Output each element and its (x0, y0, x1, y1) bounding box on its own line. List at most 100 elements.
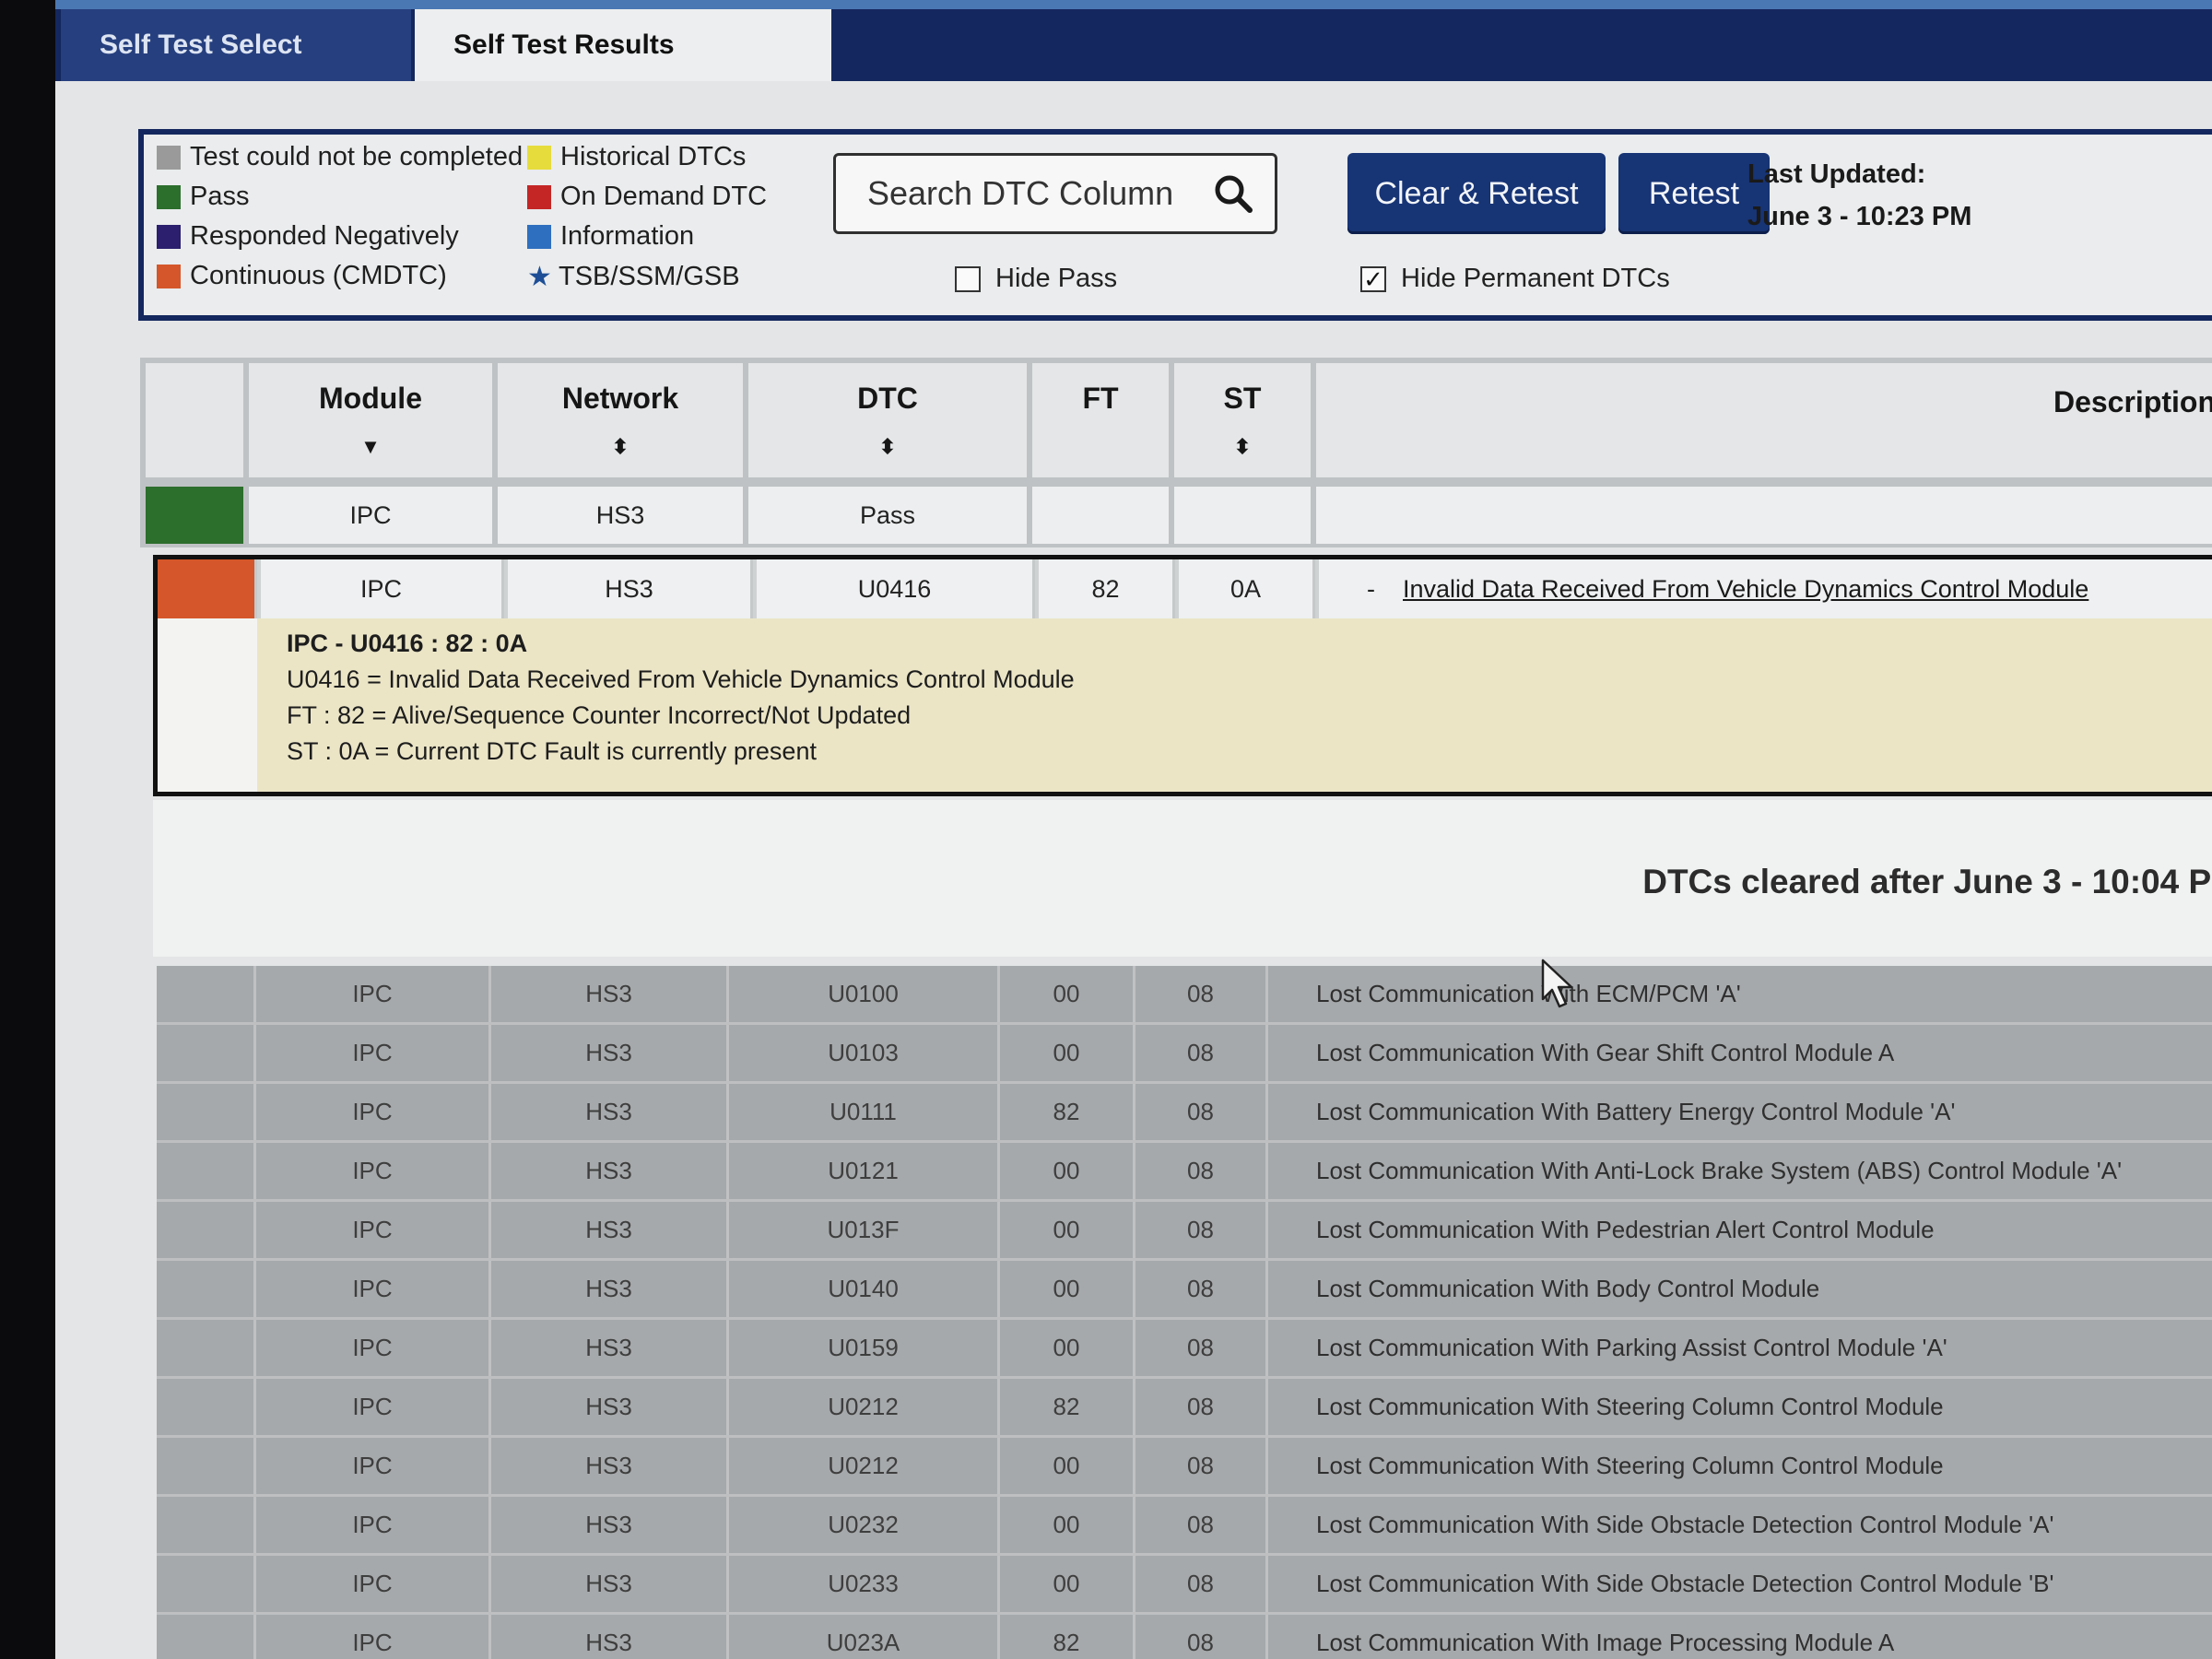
dtcs-cleared-label: DTCs cleared after June 3 - 10:04 PM (1642, 863, 2212, 900)
cell-network: HS3 (491, 1556, 729, 1612)
sort-icon[interactable]: ⬍ (1174, 435, 1311, 459)
cell-module: IPC (249, 487, 492, 544)
status-swatch-pass (146, 487, 243, 544)
cell-dtc: U0212 (729, 1438, 1000, 1494)
cell-ft (1032, 487, 1169, 544)
table-row[interactable]: IPC HS3 U013F 00 08 Lost Communication With P… (157, 1202, 2212, 1261)
detail-gutter (158, 618, 257, 792)
detail-title: IPC - U0416 : 82 : 0A (287, 629, 528, 657)
cell-network: HS3 (491, 1615, 729, 1659)
detail-ft-line: FT : 82 = Alive/Sequence Counter Incorre… (287, 701, 912, 729)
star-icon: ★ (527, 262, 552, 292)
cell-network: HS3 (491, 1497, 729, 1553)
cell-dtc: U0212 (729, 1379, 1000, 1435)
header-network[interactable]: Network ⬍ (498, 363, 743, 477)
cell-ft: 00 (1000, 1202, 1135, 1258)
header-st[interactable]: ST ⬍ (1174, 363, 1311, 477)
cell-ft: 00 (1000, 1497, 1135, 1553)
cell-st (1174, 487, 1311, 544)
hide-permanent-filter[interactable]: ✓ Hide Permanent DTCs (1360, 264, 1670, 294)
cell-st: 08 (1135, 1556, 1268, 1612)
clear-retest-button[interactable]: Clear & Retest (1347, 153, 1606, 234)
hide-permanent-checkbox[interactable]: ✓ (1360, 265, 1386, 292)
legend-item-continuous: Continuous (CMDTC) (157, 261, 447, 291)
cell-description: Lost Communication With Steering Column … (1316, 1393, 1944, 1420)
legend-item-responded-negatively: Responded Negatively (157, 221, 459, 252)
table-row[interactable]: IPC HS3 U0232 00 08 Lost Communication With S… (157, 1497, 2212, 1556)
legend-item-historical: Historical DTCs (527, 142, 746, 172)
cell-ft: 82 (1000, 1615, 1135, 1659)
table-row-pass[interactable]: IPC HS3 Pass (140, 483, 2212, 547)
cell-dtc: U0159 (729, 1320, 1000, 1376)
cell-status (157, 1438, 256, 1494)
detail-dtc-line: U0416 = Invalid Data Received From Vehic… (287, 665, 1075, 693)
legend-label: On Demand DTC (560, 182, 768, 211)
table-row[interactable]: IPC HS3 U0233 00 08 Lost Communication With S… (157, 1556, 2212, 1615)
cell-description: Lost Communication With Image Processing… (1316, 1629, 1895, 1656)
header-status (146, 363, 243, 477)
table-row[interactable]: IPC HS3 U0111 82 08 Lost Communication With B… (157, 1084, 2212, 1143)
cell-dtc: U023A (729, 1615, 1000, 1659)
dtc-description-link[interactable]: Invalid Data Received From Vehicle Dynam… (1403, 575, 2088, 604)
expanded-fault-row[interactable]: IPC HS3 U0416 82 0A - Invalid Data Recei… (153, 555, 2212, 796)
sort-icon[interactable]: ⬍ (498, 435, 743, 459)
search-dtc-box (833, 153, 1277, 234)
legend-item-not-completed: Test could not be completed (157, 142, 523, 172)
table-row[interactable]: IPC HS3 U0140 00 08 Lost Communication With B… (157, 1261, 2212, 1320)
table-row[interactable]: IPC HS3 U0103 00 08 Lost Communication With G… (157, 1025, 2212, 1084)
table-row[interactable]: IPC HS3 U0212 82 08 Lost Communication With S… (157, 1379, 2212, 1438)
hide-permanent-label: Hide Permanent DTCs (1401, 264, 1670, 293)
legend-label: Test could not be completed (190, 142, 524, 171)
cell-ft: 82 (1039, 559, 1175, 618)
header-module-label: Module (319, 382, 422, 415)
cell-network: HS3 (508, 559, 753, 618)
cell-network: HS3 (491, 1025, 729, 1081)
status-swatch-continuous (158, 559, 257, 618)
last-updated-value: June 3 - 10:23 PM (1747, 202, 1972, 231)
legend-swatch (527, 145, 551, 170)
table-row[interactable]: IPC HS3 U0121 00 08 Lost Communication With A… (157, 1143, 2212, 1202)
cell-status (157, 966, 256, 1022)
table-row[interactable]: IPC HS3 U0212 00 08 Lost Communication With S… (157, 1438, 2212, 1497)
legend-toolbar-panel: Test could not be completed Pass Respond… (138, 129, 2212, 321)
header-module[interactable]: Module ▼ (249, 363, 492, 477)
table-header-row: Module ▼ Network ⬍ DTC ⬍ FT ST ⬍ Descrip… (140, 358, 2212, 483)
window-top-border (55, 0, 2212, 9)
detail-st-line: ST : 0A = Current DTC Fault is currently… (287, 737, 817, 765)
legend-swatch (157, 224, 181, 249)
header-description: Description (1316, 363, 2212, 477)
table-row[interactable]: IPC HS3 U023A 82 08 Lost Communication With I… (157, 1615, 2212, 1659)
cell-description: Lost Communication With Pedestrian Alert… (1316, 1216, 1935, 1243)
table-row[interactable]: IPC HS3 U0100 00 08 Lost Communication With E… (157, 966, 2212, 1025)
search-input[interactable] (865, 173, 1197, 214)
cell-description: - Invalid Data Received From Vehicle Dyn… (1319, 559, 2212, 618)
search-icon[interactable] (1212, 172, 1254, 215)
header-description-label: Description (2053, 385, 2212, 418)
hide-pass-checkbox[interactable] (955, 265, 981, 292)
hide-pass-filter[interactable]: Hide Pass (955, 264, 1117, 294)
table-row-fault[interactable]: IPC HS3 U0416 82 0A - Invalid Data Recei… (158, 559, 2212, 618)
cell-dtc: U0232 (729, 1497, 1000, 1553)
tab-self-test-results[interactable]: Self Test Results (415, 9, 831, 81)
tab-self-test-select[interactable]: Self Test Select (61, 9, 411, 81)
table-row[interactable]: IPC HS3 U0159 00 08 Lost Communication With P… (157, 1320, 2212, 1379)
cell-module: IPC (256, 1615, 491, 1659)
last-updated-label: Last Updated: (1747, 159, 1926, 189)
cell-module: IPC (256, 1261, 491, 1317)
cell-st: 08 (1135, 1438, 1268, 1494)
legend-swatch (157, 264, 181, 288)
application-window: Self Test Select Self Test Results Test … (55, 0, 2212, 1659)
sort-descending-icon[interactable]: ▼ (249, 435, 492, 459)
cell-status (157, 1497, 256, 1553)
cell-module: IPC (256, 1320, 491, 1376)
cell-dtc: U0111 (729, 1084, 1000, 1140)
cell-network: HS3 (491, 1438, 729, 1494)
header-st-label: ST (1223, 382, 1262, 415)
legend-label: Pass (190, 182, 250, 211)
cell-network: HS3 (491, 966, 729, 1022)
dtc-results-table: Module ▼ Network ⬍ DTC ⬍ FT ST ⬍ Descrip… (140, 358, 2212, 1659)
sort-icon[interactable]: ⬍ (748, 435, 1027, 459)
header-dtc[interactable]: DTC ⬍ (748, 363, 1027, 477)
cell-description (1316, 487, 2212, 544)
cell-st: 08 (1135, 1025, 1268, 1081)
